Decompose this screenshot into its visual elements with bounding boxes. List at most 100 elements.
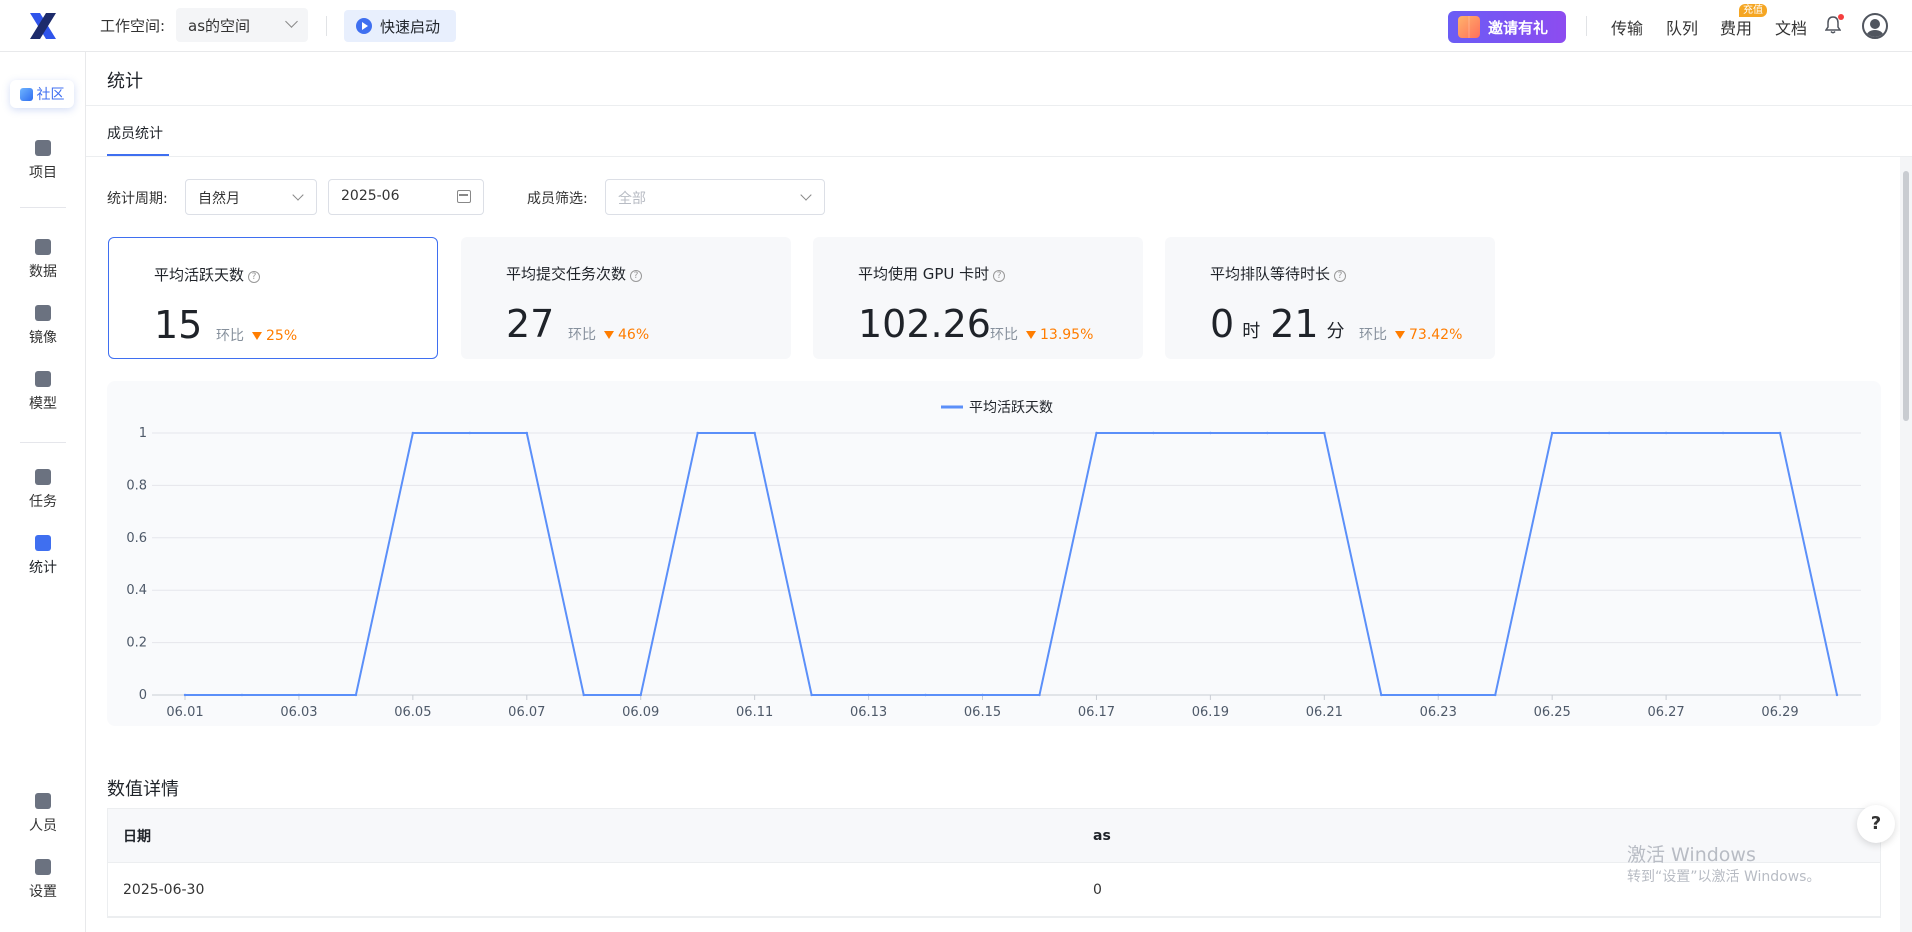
community-label: 社区 xyxy=(36,87,65,103)
community-icon xyxy=(19,87,33,101)
x-tick-label: 06.01 xyxy=(166,705,203,720)
gift-icon xyxy=(1458,16,1480,38)
details-title: 数值详情 xyxy=(107,779,179,800)
help-button[interactable]: ? xyxy=(1857,805,1895,843)
card-ring: 环比 46% xyxy=(568,324,649,344)
hours-unit: 时 xyxy=(1242,321,1261,342)
minutes-value: 21 xyxy=(1270,302,1319,346)
chevron-down-icon xyxy=(285,15,298,28)
sidebar-item-settings[interactable]: 设置 xyxy=(0,859,86,901)
data-point xyxy=(1209,431,1212,435)
sidebar-item-label: 设置 xyxy=(29,884,57,900)
card-label-text: 平均活跃天数 xyxy=(154,266,245,284)
card-label-text: 平均排队等待时长 xyxy=(1210,265,1331,283)
scrollbar[interactable] xyxy=(1900,157,1912,932)
ring-value: 73.42% xyxy=(1409,327,1463,343)
card-label: 平均提交任务次数? xyxy=(506,263,643,284)
nav-fees[interactable]: 费用 xyxy=(1720,15,1752,39)
card-label-text: 平均提交任务次数 xyxy=(506,265,627,283)
chevron-down-icon xyxy=(292,189,304,201)
table-header-row: 日期 as xyxy=(108,809,1880,863)
cube-icon xyxy=(35,371,51,387)
card-value: 0 时 21 分 xyxy=(1210,302,1355,346)
data-point xyxy=(639,693,642,697)
hours-value: 0 xyxy=(1210,302,1235,346)
sidebar-item-data[interactable]: 数据 xyxy=(0,239,86,281)
data-point xyxy=(1778,431,1782,435)
top-bar: 工作空间: as的空间 快速启动 邀请有礼 传输 队列 费用 充值 文档 xyxy=(0,0,1912,52)
card-ring: 环比 25% xyxy=(216,325,297,345)
workspace-value: as的空间 xyxy=(188,17,251,35)
tab-member-stats[interactable]: 成员统计 xyxy=(107,123,163,143)
x-tick-label: 06.11 xyxy=(736,705,773,720)
sidebar-item-label: 数据 xyxy=(29,264,57,280)
scrollbar-thumb[interactable] xyxy=(1903,171,1909,421)
data-point xyxy=(696,431,699,435)
data-point xyxy=(981,693,984,697)
info-icon[interactable]: ? xyxy=(1334,270,1347,282)
x-tick-label: 06.03 xyxy=(280,705,317,720)
data-point xyxy=(354,693,358,697)
nav-docs[interactable]: 文档 xyxy=(1775,15,1807,39)
y-tick-label: 0.2 xyxy=(126,636,147,651)
workspace-select[interactable]: as的空间 xyxy=(176,8,308,42)
sidebar-item-label: 模型 xyxy=(29,396,57,412)
user-avatar-icon[interactable] xyxy=(1862,13,1888,39)
card-gpu-hours[interactable]: 平均使用 GPU 卡时? 102.26 环比 13.95% xyxy=(813,237,1143,359)
card-value: 15 xyxy=(154,303,203,347)
data-point xyxy=(1550,431,1554,435)
card-label: 平均使用 GPU 卡时? xyxy=(858,263,1006,284)
sidebar-item-members[interactable]: 人员 xyxy=(0,793,86,835)
workspace-label: 工作空间: xyxy=(100,17,166,35)
app-logo-icon[interactable] xyxy=(26,10,60,42)
play-icon xyxy=(356,18,372,34)
legend-label: 平均活跃天数 xyxy=(969,400,1053,416)
card-task-submissions[interactable]: 平均提交任务次数? 27 环比 46% xyxy=(461,237,791,359)
sidebar-item-models[interactable]: 模型 xyxy=(0,371,86,413)
invite-button[interactable]: 邀请有礼 xyxy=(1448,11,1566,43)
member-filter-placeholder: 全部 xyxy=(618,191,646,207)
data-point xyxy=(1095,431,1098,435)
card-queue-wait[interactable]: 平均排队等待时长? 0 时 21 分 环比 73.42% xyxy=(1165,237,1495,359)
y-tick-label: 1 xyxy=(139,426,147,441)
header-date[interactable]: 日期 xyxy=(108,826,1093,846)
database-icon xyxy=(35,239,51,255)
info-icon[interactable]: ? xyxy=(630,270,643,282)
calendar-icon xyxy=(457,190,471,203)
nav-transfer[interactable]: 传输 xyxy=(1611,15,1643,39)
chart-icon xyxy=(35,535,51,551)
task-icon xyxy=(35,469,51,485)
sidebar-item-images[interactable]: 镜像 xyxy=(0,305,86,347)
card-ring: 环比 73.42% xyxy=(1359,324,1462,344)
header-user[interactable]: as xyxy=(1093,828,1111,844)
ring-label: 环比 xyxy=(216,328,244,344)
data-point xyxy=(867,693,870,697)
data-point xyxy=(468,431,472,435)
member-filter-select[interactable]: 全部 xyxy=(605,179,825,215)
sidebar-item-label: 镜像 xyxy=(29,330,57,346)
community-button[interactable]: 社区 xyxy=(10,80,74,108)
data-point xyxy=(240,693,244,697)
info-icon[interactable]: ? xyxy=(248,271,261,283)
month-picker[interactable]: 2025-06 xyxy=(328,179,484,215)
x-tick-label: 06.23 xyxy=(1420,705,1457,720)
sidebar-item-tasks[interactable]: 任务 xyxy=(0,469,86,511)
sidebar-item-projects[interactable]: 项目 xyxy=(0,140,86,182)
details-table: 日期 as 2025-06-30 0 xyxy=(107,808,1881,918)
sidebar-item-statistics[interactable]: 统计 xyxy=(0,535,86,577)
x-tick-label: 06.27 xyxy=(1647,705,1684,720)
info-icon[interactable]: ? xyxy=(993,270,1006,282)
data-point xyxy=(1266,431,1269,435)
quick-start-button[interactable]: 快速启动 xyxy=(344,10,456,42)
users-icon xyxy=(35,793,51,809)
divider xyxy=(326,16,327,36)
sidebar-item-label: 项目 xyxy=(29,165,57,181)
ring-label: 环比 xyxy=(990,327,1018,343)
table-row: 2025-06-30 0 xyxy=(108,863,1880,917)
sidebar-item-label: 统计 xyxy=(29,560,57,576)
period-select[interactable]: 自然月 xyxy=(185,179,317,215)
x-tick-label: 06.17 xyxy=(1078,705,1115,720)
data-point xyxy=(582,693,585,697)
nav-queue[interactable]: 队列 xyxy=(1666,15,1698,39)
card-active-days[interactable]: 平均活跃天数? 15 环比 25% xyxy=(108,237,438,359)
